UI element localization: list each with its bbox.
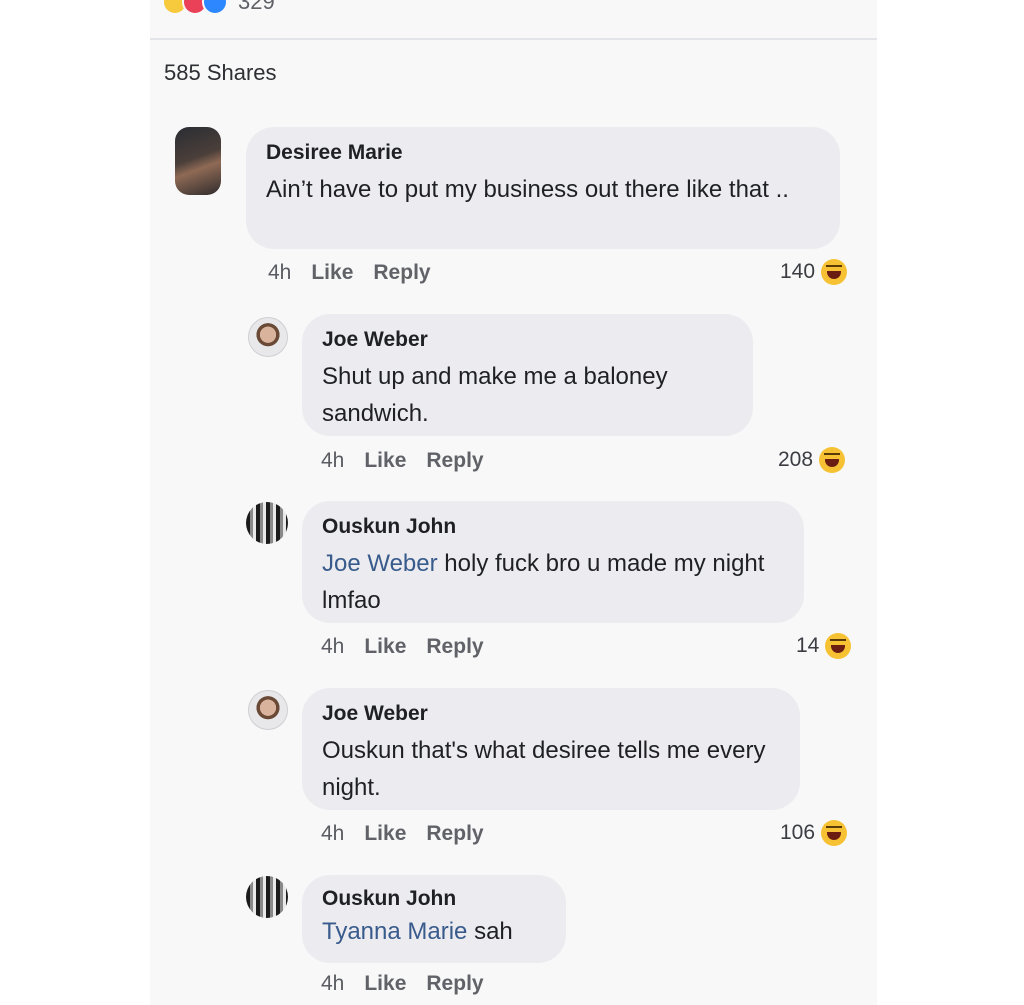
like-button[interactable]: Like [364,449,406,473]
comment-reactions[interactable]: 140 [780,259,848,285]
comment-text: Ouskun that's what desiree tells me ever… [322,737,766,801]
comment-author[interactable]: Desiree Marie [266,141,820,165]
avatar[interactable] [246,876,288,918]
comment-reactions[interactable]: 208 [778,447,846,473]
reply-button[interactable]: Reply [426,449,483,473]
comment-bubble: Joe Weber Ouskun that's what desiree tel… [302,688,800,810]
comment-time[interactable]: 4h [321,822,344,846]
comment-time[interactable]: 4h [321,635,344,659]
mention-link[interactable]: Joe Weber [322,550,438,577]
avatar[interactable] [246,502,288,544]
mention-link[interactable]: Tyanna Marie [322,918,467,945]
reaction-count: 14 [796,634,820,657]
comment-time[interactable]: 4h [268,261,291,285]
reply-button[interactable]: Reply [426,822,483,846]
avatar[interactable] [248,317,288,357]
comment-bubble: Desiree Marie Ain’t have to put my busin… [246,127,840,249]
like-button[interactable]: Like [364,822,406,846]
comment-reactions[interactable]: 106 [780,820,848,846]
comment-actions: 4h Like Reply [321,449,484,473]
reply-button[interactable]: Reply [426,635,483,659]
comment-text: Shut up and make me a baloney sandwich. [322,363,668,427]
reply-button[interactable]: Reply [426,972,483,996]
comment-bubble: Ouskun John Joe Weber holy fuck bro u ma… [302,501,804,623]
comment-actions: 4h Like Reply [321,635,484,659]
comment-actions: 4h Like Reply [268,261,431,285]
like-button[interactable]: Like [364,635,406,659]
comment-author[interactable]: Ouskun John [322,887,546,911]
comment-actions: 4h Like Reply [321,822,484,846]
like-reaction-icon [202,0,228,15]
avatar[interactable] [248,690,288,730]
comment-time[interactable]: 4h [321,449,344,473]
haha-emoji-icon [825,633,852,659]
shares-count[interactable]: 585 Shares [164,60,277,86]
like-button[interactable]: Like [364,972,406,996]
comment-author[interactable]: Ouskun John [322,515,784,539]
comment-bubble: Joe Weber Shut up and make me a baloney … [302,314,753,436]
comment-text: Tyanna Marie sah [322,917,546,947]
reply-button[interactable]: Reply [373,261,430,285]
comment-text-body: sah [467,918,513,945]
comment-bubble: Ouskun John Tyanna Marie sah [302,875,566,963]
comment-time[interactable]: 4h [321,972,344,996]
post-reactions[interactable]: 329 [162,0,275,16]
comment-author[interactable]: Joe Weber [322,702,780,726]
reaction-count: 140 [780,260,816,283]
divider [150,38,877,40]
haha-emoji-icon [819,447,846,473]
reaction-count: 208 [778,448,814,471]
comment-actions: 4h Like Reply [321,972,484,996]
comment-reactions[interactable]: 14 [796,633,852,659]
comment-text: Ain’t have to put my business out there … [266,176,789,203]
comment-author[interactable]: Joe Weber [322,328,733,352]
reaction-count: 106 [780,821,816,844]
haha-emoji-icon [821,820,848,846]
like-button[interactable]: Like [311,261,353,285]
reaction-count: 329 [238,0,275,14]
avatar[interactable] [175,127,221,195]
haha-emoji-icon [821,259,848,285]
comment-text: Joe Weber holy fuck bro u made my night … [322,545,784,619]
